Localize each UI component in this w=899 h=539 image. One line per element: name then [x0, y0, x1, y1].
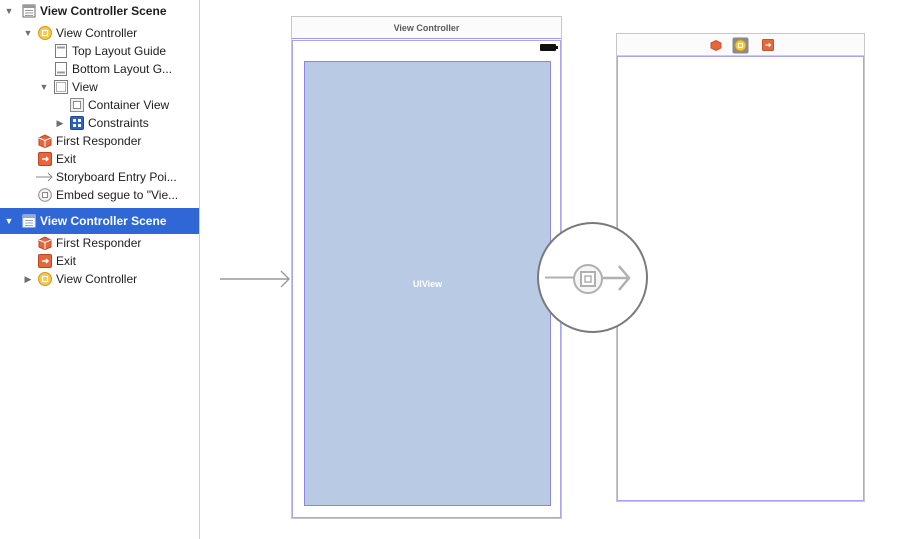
view-controller-scene-1[interactable]: View Controller UIView	[291, 16, 562, 519]
constraints-icon	[70, 116, 84, 130]
disclosure-triangle-open-icon[interactable]: ▼	[3, 208, 15, 234]
scene-title: View Controller Scene	[40, 214, 167, 228]
outline-row-view-controller[interactable]: ▶ View Controller	[0, 270, 199, 288]
outline-row-scene-1[interactable]: ▼ View Controller Scene	[0, 2, 199, 20]
exit-icon	[38, 254, 52, 268]
scene-icon	[22, 214, 36, 228]
outline-row-view-controller[interactable]: ▼ View Controller	[0, 24, 199, 42]
layout-guide-icon	[54, 62, 68, 76]
scene-icon	[22, 4, 36, 18]
view-controller-scene-2[interactable]	[616, 33, 865, 502]
outline-label: Constraints	[88, 116, 149, 130]
first-responder-icon	[38, 134, 52, 149]
view-controller-icon	[38, 272, 52, 286]
disclosure-triangle-open-icon[interactable]: ▼	[22, 24, 34, 42]
outline-label: View Controller	[56, 26, 138, 40]
scene-title: View Controller Scene	[40, 4, 167, 18]
scene-title-bar[interactable]: View Controller	[292, 17, 561, 39]
container-uiview[interactable]: UIView	[304, 61, 551, 506]
outline-label: Exit	[56, 254, 77, 268]
outline-label: Storyboard Entry Poi...	[56, 170, 177, 184]
view-icon	[54, 80, 68, 94]
disclosure-triangle-open-icon[interactable]: ▼	[3, 2, 15, 20]
outline-row-container-view[interactable]: Container View	[0, 96, 199, 114]
scene-dock	[617, 34, 864, 56]
view-controller-icon[interactable]	[732, 37, 749, 54]
embed-segue-icon	[38, 188, 52, 202]
outline-label: First Responder	[56, 134, 142, 148]
outline-label: View	[72, 80, 98, 94]
exit-icon[interactable]	[761, 38, 775, 52]
storyboard-entry-arrow-icon[interactable]	[220, 268, 292, 290]
outline-row-exit[interactable]: Exit	[0, 150, 199, 168]
outline-label: Bottom Layout G...	[72, 62, 173, 76]
outline-label: First Responder	[56, 236, 142, 250]
outline-row-top-layout-guide[interactable]: Top Layout Guide	[0, 42, 199, 60]
outline-row-storyboard-entry-point[interactable]: Storyboard Entry Poi...	[0, 168, 199, 186]
view-controller-icon	[38, 26, 52, 40]
outline-label: Container View	[88, 98, 170, 112]
exit-icon	[38, 152, 52, 166]
outline-row-constraints[interactable]: ▶ Constraints	[0, 114, 199, 132]
embedded-root-view[interactable]	[617, 56, 864, 501]
battery-icon	[540, 44, 558, 51]
outline-label: Exit	[56, 152, 77, 166]
disclosure-triangle-open-icon[interactable]: ▼	[38, 78, 50, 96]
outline-row-embed-segue[interactable]: Embed segue to "Vie...	[0, 186, 199, 204]
storyboard-canvas[interactable]: View Controller UIView	[200, 0, 899, 539]
embed-segue-icon[interactable]	[535, 220, 650, 335]
disclosure-triangle-closed-icon[interactable]: ▶	[54, 114, 66, 132]
uiview-label: UIView	[412, 278, 443, 289]
outline-label: Top Layout Guide	[72, 44, 167, 58]
outline-row-first-responder[interactable]: First Responder	[0, 132, 199, 150]
disclosure-triangle-closed-icon[interactable]: ▶	[22, 270, 34, 288]
outline-row-view[interactable]: ▼ View	[0, 78, 199, 96]
container-view-icon	[70, 98, 84, 112]
arrow-right-icon	[36, 170, 54, 184]
outline-label: Embed segue to "Vie...	[56, 188, 179, 202]
first-responder-icon[interactable]	[709, 38, 723, 52]
layout-guide-icon	[54, 44, 68, 58]
outline-label: View Controller	[56, 272, 138, 286]
first-responder-icon	[38, 236, 52, 251]
document-outline: ▼ View Controller Scene ▼ View Controlle…	[0, 0, 200, 539]
root-view[interactable]: UIView	[292, 40, 561, 518]
outline-row-first-responder[interactable]: First Responder	[0, 234, 199, 252]
outline-row-scene-2[interactable]: ▼ View Controller Scene	[0, 208, 199, 234]
outline-row-bottom-layout-guide[interactable]: Bottom Layout G...	[0, 60, 199, 78]
outline-row-exit[interactable]: Exit	[0, 252, 199, 270]
